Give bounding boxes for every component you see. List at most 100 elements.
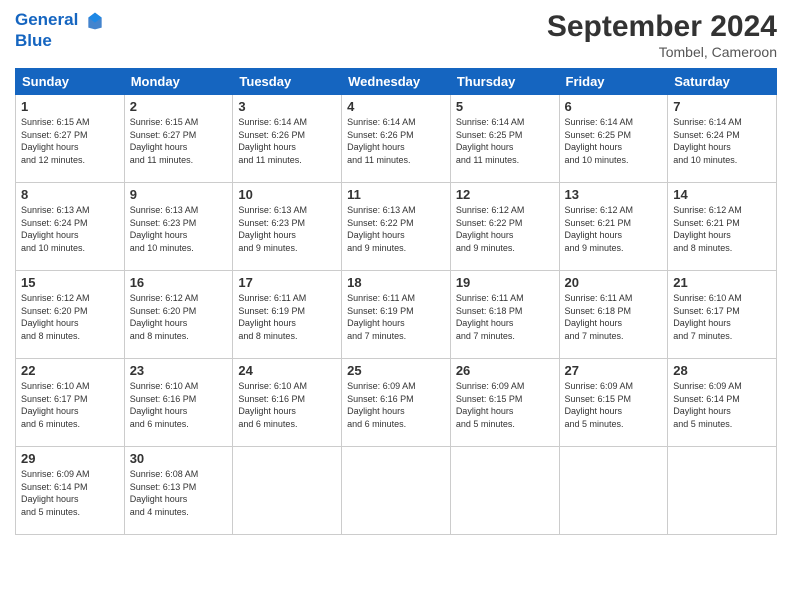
day-info: Sunrise: 6:09 AMSunset: 6:14 PMDaylight … — [673, 381, 742, 429]
logo-icon — [85, 11, 105, 31]
day-cell-13: 13 Sunrise: 6:12 AMSunset: 6:21 PMDaylig… — [559, 183, 668, 271]
header-sunday: Sunday — [16, 69, 125, 95]
logo-text: General Blue — [15, 10, 105, 51]
day-info: Sunrise: 6:15 AMSunset: 6:27 PMDaylight … — [130, 117, 199, 165]
day-number: 6 — [565, 99, 663, 114]
day-number: 9 — [130, 187, 228, 202]
header: General Blue September 2024 Tombel, Came… — [15, 10, 777, 60]
calendar-week-4: 22 Sunrise: 6:10 AMSunset: 6:17 PMDaylig… — [16, 359, 777, 447]
day-cell-17: 17 Sunrise: 6:11 AMSunset: 6:19 PMDaylig… — [233, 271, 342, 359]
day-cell-11: 11 Sunrise: 6:13 AMSunset: 6:22 PMDaylig… — [342, 183, 451, 271]
header-tuesday: Tuesday — [233, 69, 342, 95]
day-number: 20 — [565, 275, 663, 290]
day-info: Sunrise: 6:10 AMSunset: 6:16 PMDaylight … — [238, 381, 307, 429]
day-info: Sunrise: 6:09 AMSunset: 6:14 PMDaylight … — [21, 469, 90, 517]
day-info: Sunrise: 6:11 AMSunset: 6:19 PMDaylight … — [347, 293, 415, 341]
day-info: Sunrise: 6:09 AMSunset: 6:15 PMDaylight … — [456, 381, 525, 429]
header-monday: Monday — [124, 69, 233, 95]
day-info: Sunrise: 6:13 AMSunset: 6:24 PMDaylight … — [21, 205, 90, 253]
day-info: Sunrise: 6:14 AMSunset: 6:24 PMDaylight … — [673, 117, 742, 165]
location: Tombel, Cameroon — [547, 44, 777, 60]
day-cell-9: 9 Sunrise: 6:13 AMSunset: 6:23 PMDayligh… — [124, 183, 233, 271]
day-info: Sunrise: 6:10 AMSunset: 6:16 PMDaylight … — [130, 381, 199, 429]
day-number: 8 — [21, 187, 119, 202]
header-thursday: Thursday — [450, 69, 559, 95]
day-cell-21: 21 Sunrise: 6:10 AMSunset: 6:17 PMDaylig… — [668, 271, 777, 359]
day-info: Sunrise: 6:14 AMSunset: 6:25 PMDaylight … — [565, 117, 634, 165]
day-info: Sunrise: 6:12 AMSunset: 6:22 PMDaylight … — [456, 205, 525, 253]
day-number: 2 — [130, 99, 228, 114]
day-number: 22 — [21, 363, 119, 378]
day-info: Sunrise: 6:08 AMSunset: 6:13 PMDaylight … — [130, 469, 199, 517]
day-number: 7 — [673, 99, 771, 114]
day-cell-10: 10 Sunrise: 6:13 AMSunset: 6:23 PMDaylig… — [233, 183, 342, 271]
day-cell-8: 8 Sunrise: 6:13 AMSunset: 6:24 PMDayligh… — [16, 183, 125, 271]
day-cell-15: 15 Sunrise: 6:12 AMSunset: 6:20 PMDaylig… — [16, 271, 125, 359]
day-info: Sunrise: 6:09 AMSunset: 6:15 PMDaylight … — [565, 381, 634, 429]
day-cell-16: 16 Sunrise: 6:12 AMSunset: 6:20 PMDaylig… — [124, 271, 233, 359]
day-number: 14 — [673, 187, 771, 202]
day-cell-18: 18 Sunrise: 6:11 AMSunset: 6:19 PMDaylig… — [342, 271, 451, 359]
logo: General Blue — [15, 10, 105, 51]
day-number: 21 — [673, 275, 771, 290]
day-cell-26: 26 Sunrise: 6:09 AMSunset: 6:15 PMDaylig… — [450, 359, 559, 447]
day-number: 29 — [21, 451, 119, 466]
day-cell-12: 12 Sunrise: 6:12 AMSunset: 6:22 PMDaylig… — [450, 183, 559, 271]
day-number: 17 — [238, 275, 336, 290]
day-cell-25: 25 Sunrise: 6:09 AMSunset: 6:16 PMDaylig… — [342, 359, 451, 447]
day-number: 4 — [347, 99, 445, 114]
day-info: Sunrise: 6:13 AMSunset: 6:23 PMDaylight … — [130, 205, 199, 253]
day-number: 1 — [21, 99, 119, 114]
empty-cell — [559, 447, 668, 535]
calendar-table: Sunday Monday Tuesday Wednesday Thursday… — [15, 68, 777, 535]
day-info: Sunrise: 6:13 AMSunset: 6:22 PMDaylight … — [347, 205, 416, 253]
day-cell-30: 30 Sunrise: 6:08 AMSunset: 6:13 PMDaylig… — [124, 447, 233, 535]
day-cell-28: 28 Sunrise: 6:09 AMSunset: 6:14 PMDaylig… — [668, 359, 777, 447]
day-cell-14: 14 Sunrise: 6:12 AMSunset: 6:21 PMDaylig… — [668, 183, 777, 271]
day-number: 16 — [130, 275, 228, 290]
day-number: 12 — [456, 187, 554, 202]
calendar-week-5: 29 Sunrise: 6:09 AMSunset: 6:14 PMDaylig… — [16, 447, 777, 535]
weekday-header-row: Sunday Monday Tuesday Wednesday Thursday… — [16, 69, 777, 95]
day-number: 11 — [347, 187, 445, 202]
day-info: Sunrise: 6:12 AMSunset: 6:20 PMDaylight … — [21, 293, 90, 341]
day-info: Sunrise: 6:09 AMSunset: 6:16 PMDaylight … — [347, 381, 416, 429]
page: General Blue September 2024 Tombel, Came… — [0, 0, 792, 612]
day-number: 18 — [347, 275, 445, 290]
day-number: 25 — [347, 363, 445, 378]
month-title: September 2024 — [547, 10, 777, 44]
day-info: Sunrise: 6:14 AMSunset: 6:25 PMDaylight … — [456, 117, 525, 165]
day-number: 19 — [456, 275, 554, 290]
day-cell-5: 5 Sunrise: 6:14 AMSunset: 6:25 PMDayligh… — [450, 95, 559, 183]
day-cell-20: 20 Sunrise: 6:11 AMSunset: 6:18 PMDaylig… — [559, 271, 668, 359]
day-number: 28 — [673, 363, 771, 378]
day-cell-27: 27 Sunrise: 6:09 AMSunset: 6:15 PMDaylig… — [559, 359, 668, 447]
day-cell-19: 19 Sunrise: 6:11 AMSunset: 6:18 PMDaylig… — [450, 271, 559, 359]
day-number: 24 — [238, 363, 336, 378]
day-number: 23 — [130, 363, 228, 378]
day-cell-7: 7 Sunrise: 6:14 AMSunset: 6:24 PMDayligh… — [668, 95, 777, 183]
day-info: Sunrise: 6:13 AMSunset: 6:23 PMDaylight … — [238, 205, 307, 253]
logo-line2: Blue — [15, 31, 105, 51]
day-number: 5 — [456, 99, 554, 114]
empty-cell — [450, 447, 559, 535]
title-block: September 2024 Tombel, Cameroon — [547, 10, 777, 60]
day-cell-29: 29 Sunrise: 6:09 AMSunset: 6:14 PMDaylig… — [16, 447, 125, 535]
day-cell-22: 22 Sunrise: 6:10 AMSunset: 6:17 PMDaylig… — [16, 359, 125, 447]
day-info: Sunrise: 6:12 AMSunset: 6:21 PMDaylight … — [673, 205, 742, 253]
day-cell-24: 24 Sunrise: 6:10 AMSunset: 6:16 PMDaylig… — [233, 359, 342, 447]
day-cell-23: 23 Sunrise: 6:10 AMSunset: 6:16 PMDaylig… — [124, 359, 233, 447]
empty-cell — [342, 447, 451, 535]
day-number: 30 — [130, 451, 228, 466]
day-info: Sunrise: 6:10 AMSunset: 6:17 PMDaylight … — [21, 381, 90, 429]
day-cell-4: 4 Sunrise: 6:14 AMSunset: 6:26 PMDayligh… — [342, 95, 451, 183]
day-number: 3 — [238, 99, 336, 114]
day-number: 15 — [21, 275, 119, 290]
header-saturday: Saturday — [668, 69, 777, 95]
header-wednesday: Wednesday — [342, 69, 451, 95]
day-info: Sunrise: 6:14 AMSunset: 6:26 PMDaylight … — [238, 117, 307, 165]
day-info: Sunrise: 6:11 AMSunset: 6:19 PMDaylight … — [238, 293, 306, 341]
day-info: Sunrise: 6:12 AMSunset: 6:20 PMDaylight … — [130, 293, 199, 341]
day-info: Sunrise: 6:11 AMSunset: 6:18 PMDaylight … — [565, 293, 633, 341]
calendar-week-3: 15 Sunrise: 6:12 AMSunset: 6:20 PMDaylig… — [16, 271, 777, 359]
